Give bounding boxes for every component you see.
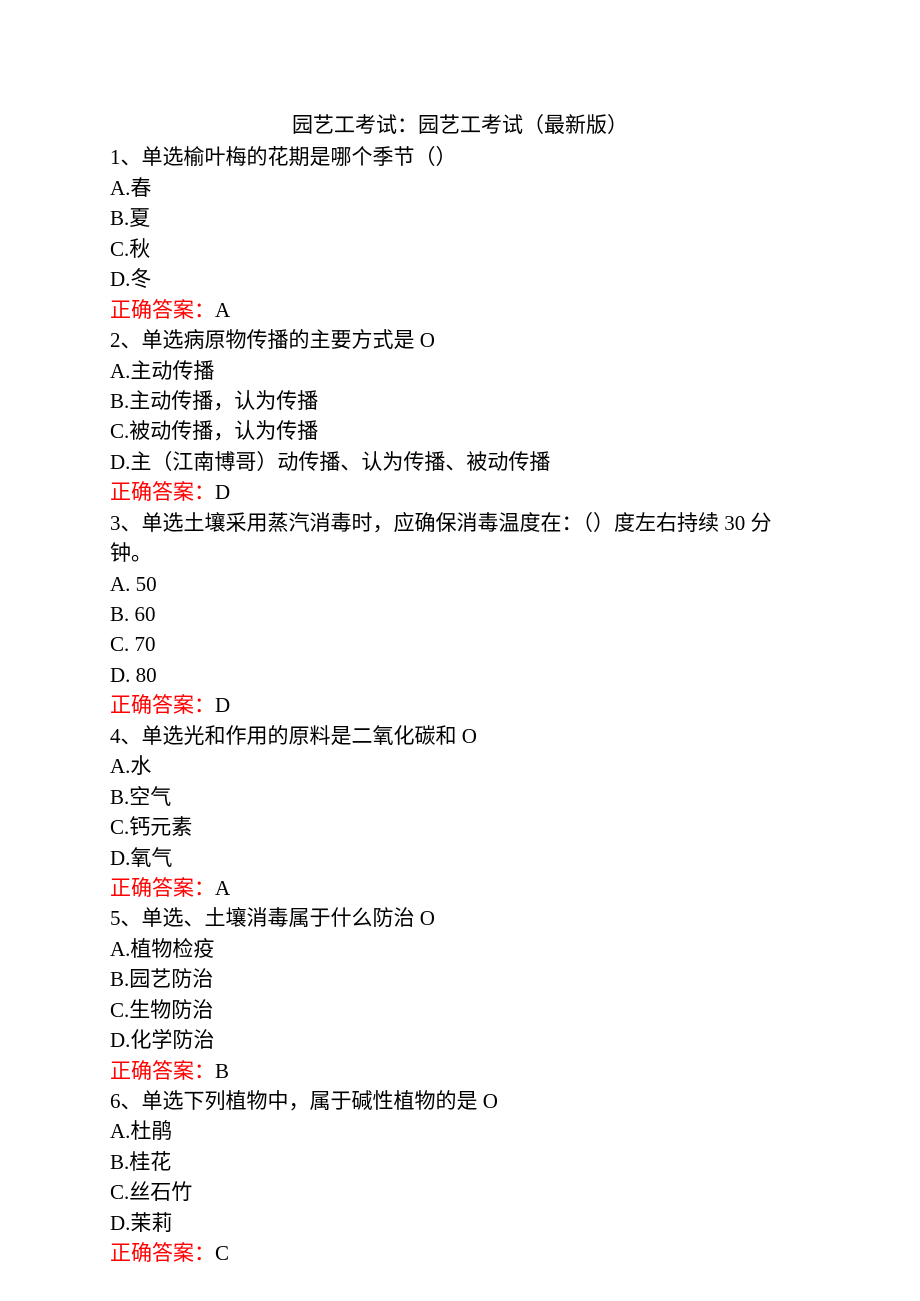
- answer-value: B: [215, 1059, 229, 1083]
- question-3: 3、单选土壤采用蒸汽消毒时，应确保消毒温度在：（）度左右持续 30 分钟。 A.…: [110, 508, 810, 721]
- option-a: A.杜鹃: [110, 1116, 810, 1146]
- option-d: D.化学防治: [110, 1025, 810, 1055]
- option-d: D. 80: [110, 660, 810, 690]
- option-a: A.植物检疫: [110, 934, 810, 964]
- option-b: B. 60: [110, 599, 810, 629]
- option-c: C.钙元素: [110, 812, 810, 842]
- option-c: C.被动传播，认为传播: [110, 416, 810, 446]
- option-a: A. 50: [110, 569, 810, 599]
- answer-value: A: [215, 876, 230, 900]
- page-title: 园艺工考试：园艺工考试（最新版）: [110, 110, 810, 140]
- option-d: D.氧气: [110, 843, 810, 873]
- answer-value: C: [215, 1241, 229, 1265]
- option-d: D.主（江南博哥）动传播、认为传播、被动传播: [110, 447, 810, 477]
- option-b: B.主动传播，认为传播: [110, 386, 810, 416]
- answer-value: D: [215, 480, 230, 504]
- option-c: C. 70: [110, 629, 810, 659]
- answer-label: 正确答案：: [110, 1241, 215, 1265]
- question-4: 4、单选光和作用的原料是二氧化碳和 O A.水 B.空气 C.钙元素 D.氧气 …: [110, 721, 810, 904]
- option-c: C.秋: [110, 234, 810, 264]
- option-b: B.桂花: [110, 1147, 810, 1177]
- question-stem: 5、单选、土壤消毒属于什么防治 O: [110, 903, 810, 933]
- answer-label: 正确答案：: [110, 693, 215, 717]
- option-b: B.夏: [110, 203, 810, 233]
- question-stem: 6、单选下列植物中，属于碱性植物的是 O: [110, 1086, 810, 1116]
- option-c: C.生物防治: [110, 995, 810, 1025]
- option-a: A.春: [110, 173, 810, 203]
- option-a: A.主动传播: [110, 356, 810, 386]
- answer-label: 正确答案：: [110, 298, 215, 322]
- option-b: B.空气: [110, 782, 810, 812]
- answer-label: 正确答案：: [110, 1059, 215, 1083]
- question-stem: 2、单选病原物传播的主要方式是 O: [110, 325, 810, 355]
- answer-line: 正确答案：A: [110, 873, 810, 903]
- answer-line: 正确答案：B: [110, 1056, 810, 1086]
- answer-label: 正确答案：: [110, 876, 215, 900]
- answer-label: 正确答案：: [110, 480, 215, 504]
- option-c: C.丝石竹: [110, 1177, 810, 1207]
- option-d: D.茉莉: [110, 1208, 810, 1238]
- answer-line: 正确答案：D: [110, 690, 810, 720]
- question-2: 2、单选病原物传播的主要方式是 O A.主动传播 B.主动传播，认为传播 C.被…: [110, 325, 810, 508]
- question-stem: 4、单选光和作用的原料是二氧化碳和 O: [110, 721, 810, 751]
- question-5: 5、单选、土壤消毒属于什么防治 O A.植物检疫 B.园艺防治 C.生物防治 D…: [110, 903, 810, 1086]
- question-6: 6、单选下列植物中，属于碱性植物的是 O A.杜鹃 B.桂花 C.丝石竹 D.茉…: [110, 1086, 810, 1269]
- answer-line: 正确答案：A: [110, 295, 810, 325]
- answer-value: D: [215, 693, 230, 717]
- answer-line: 正确答案：D: [110, 477, 810, 507]
- question-1: 1、单选榆叶梅的花期是哪个季节（） A.春 B.夏 C.秋 D.冬 正确答案：A: [110, 142, 810, 325]
- option-a: A.水: [110, 751, 810, 781]
- answer-value: A: [215, 298, 230, 322]
- question-stem: 1、单选榆叶梅的花期是哪个季节（）: [110, 142, 810, 172]
- question-stem: 3、单选土壤采用蒸汽消毒时，应确保消毒温度在：（）度左右持续 30 分钟。: [110, 508, 810, 569]
- answer-line: 正确答案：C: [110, 1238, 810, 1268]
- option-d: D.冬: [110, 264, 810, 294]
- option-b: B.园艺防治: [110, 964, 810, 994]
